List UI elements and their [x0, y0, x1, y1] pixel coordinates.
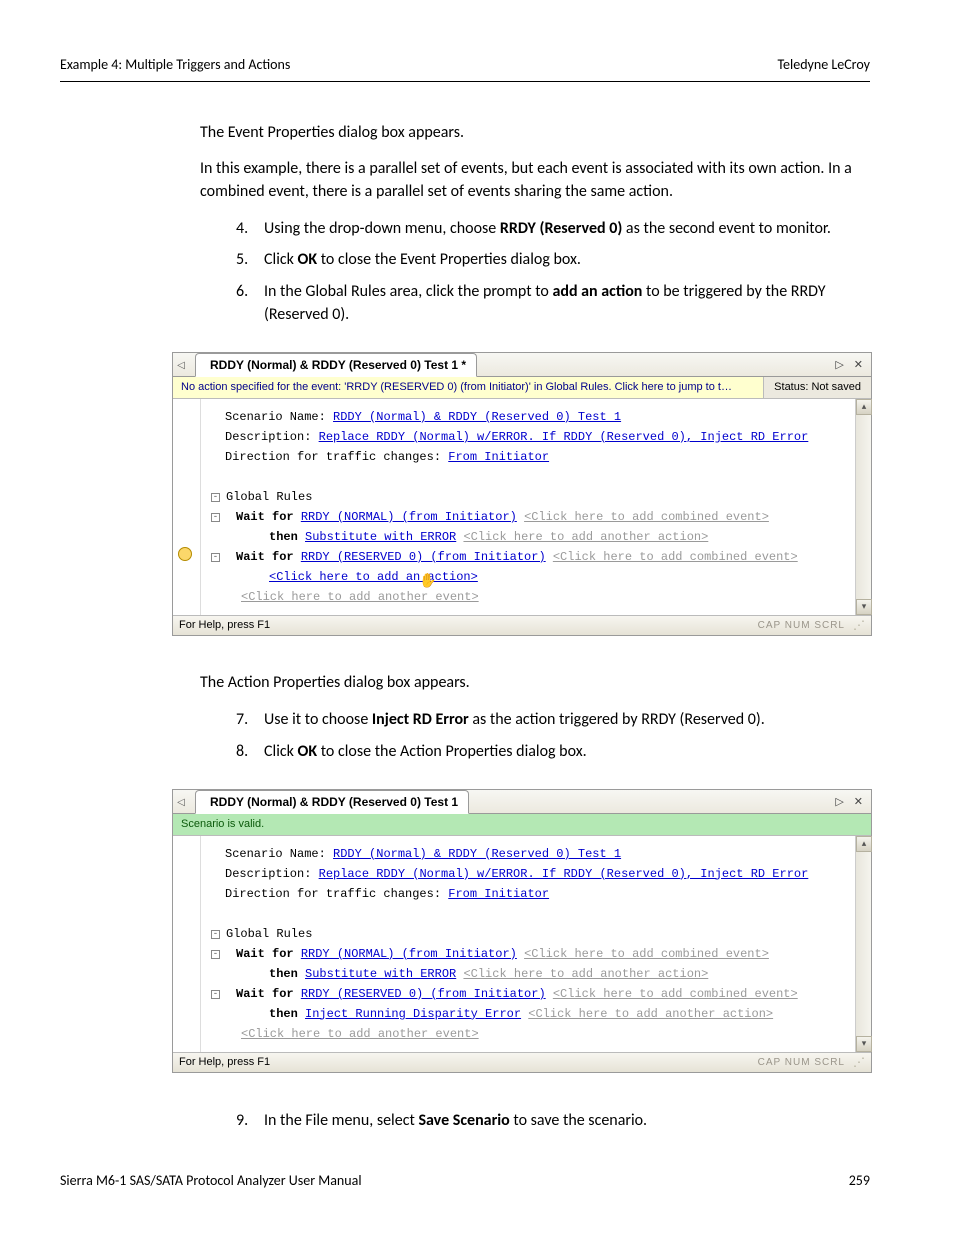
- screenshot-2: ◁ RDDY (Normal) & RDDY (Reserved 0) Test…: [172, 789, 872, 1073]
- resize-grip-icon[interactable]: ⋰: [853, 1055, 865, 1069]
- action-link-substitute[interactable]: Substitute with ERROR: [305, 967, 456, 981]
- intro-paragraph-2: In this example, there is a parallel set…: [200, 158, 870, 203]
- direction-link[interactable]: From Initiator: [448, 450, 549, 464]
- event-link-rrdy-normal[interactable]: RRDY (NORMAL) (from Initiator): [301, 947, 517, 961]
- screenshot-1: ◁ RDDY (Normal) & RDDY (Reserved 0) Test…: [172, 352, 872, 636]
- add-combined-event-link[interactable]: <Click here to add combined event>: [553, 987, 798, 1001]
- add-another-action-link[interactable]: <Click here to add another action>: [463, 967, 708, 981]
- scroll-down-icon[interactable]: [856, 1036, 872, 1052]
- status-message: Scenario is valid.: [173, 818, 871, 830]
- tab-bar: ◁ RDDY (Normal) & RDDY (Reserved 0) Test…: [173, 790, 871, 814]
- editor-gutter: [173, 836, 201, 1052]
- scenario-tab[interactable]: RDDY (Normal) & RDDY (Reserved 0) Test 1…: [195, 353, 477, 377]
- editor-gutter: [173, 399, 201, 615]
- collapse-icon[interactable]: -: [211, 990, 220, 999]
- event-link-rrdy-normal[interactable]: RRDY (NORMAL) (from Initiator): [301, 510, 517, 524]
- steps-list-3: 9.In the File menu, select Save Scenario…: [200, 1109, 870, 1132]
- event-link-rrdy-reserved[interactable]: RRDY (RESERVED 0) (from Initiator): [301, 550, 546, 564]
- add-another-event-link[interactable]: <Click here to add another event>: [241, 1027, 479, 1041]
- add-another-event-link[interactable]: <Click here to add another event>: [241, 590, 479, 604]
- status-bar: No action specified for the event: 'RRDY…: [173, 377, 871, 399]
- description-link[interactable]: Replace RDDY (Normal) w/ERROR. If RDDY (…: [319, 867, 809, 881]
- add-action-link[interactable]: <Click here to add an action>: [269, 570, 478, 584]
- action-link-substitute[interactable]: Substitute with ERROR: [305, 530, 456, 544]
- tab-scroll-left-icon[interactable]: ◁: [173, 795, 189, 808]
- save-status: Status: Not saved: [763, 377, 871, 398]
- steps-list-1: 4.Using the drop-down menu, choose RRDY …: [200, 217, 870, 326]
- vertical-scrollbar[interactable]: [855, 399, 871, 615]
- collapse-icon[interactable]: -: [211, 513, 220, 522]
- collapse-icon[interactable]: -: [211, 950, 220, 959]
- collapse-icon[interactable]: -: [211, 493, 220, 502]
- description-link[interactable]: Replace RDDY (Normal) w/ERROR. If RDDY (…: [319, 430, 809, 444]
- warning-icon: [178, 547, 192, 561]
- help-status-bar: For Help, press F1 CAP NUM SCRL ⋰: [173, 1052, 871, 1072]
- collapse-icon[interactable]: -: [211, 553, 220, 562]
- keyboard-status: CAP NUM SCRL: [758, 1057, 845, 1068]
- action-link-inject-rd[interactable]: Inject Running Disparity Error: [305, 1007, 521, 1021]
- tab-scroll-right-icon[interactable]: ▷: [835, 358, 843, 371]
- event-link-rrdy-reserved[interactable]: RRDY (RESERVED 0) (from Initiator): [301, 987, 546, 1001]
- intro-paragraph-1: The Event Properties dialog box appears.: [200, 122, 870, 144]
- header-company: Teledyne LeCroy: [777, 56, 870, 73]
- step-6: 6.In the Global Rules area, click the pr…: [200, 280, 870, 326]
- keyboard-status: CAP NUM SCRL: [758, 620, 845, 631]
- scroll-down-icon[interactable]: [856, 599, 872, 615]
- vertical-scrollbar[interactable]: [855, 836, 871, 1052]
- add-another-action-link[interactable]: <Click here to add another action>: [463, 530, 708, 544]
- tab-scroll-right-icon[interactable]: ▷: [835, 795, 843, 808]
- step-8: 8.Click OK to close the Action Propertie…: [200, 740, 870, 763]
- step-7: 7.Use it to choose Inject RD Error as th…: [200, 708, 870, 731]
- help-text: For Help, press F1: [179, 619, 270, 631]
- status-bar: Scenario is valid.: [173, 814, 871, 836]
- tab-scroll-left-icon[interactable]: ◁: [173, 358, 189, 371]
- tab-bar: ◁ RDDY (Normal) & RDDY (Reserved 0) Test…: [173, 353, 871, 377]
- add-combined-event-link[interactable]: <Click here to add combined event>: [553, 550, 798, 564]
- intro-paragraph-3: The Action Properties dialog box appears…: [200, 672, 870, 694]
- footer-page-number: 259: [849, 1172, 870, 1189]
- add-another-action-link[interactable]: <Click here to add another action>: [528, 1007, 773, 1021]
- close-tab-icon[interactable]: ✕: [854, 795, 863, 808]
- scroll-up-icon[interactable]: [856, 836, 872, 852]
- step-9: 9.In the File menu, select Save Scenario…: [200, 1109, 870, 1132]
- header-section: Example 4: Multiple Triggers and Actions: [60, 56, 290, 73]
- step-5: 5.Click OK to close the Event Properties…: [200, 248, 870, 271]
- scenario-name-link[interactable]: RDDY (Normal) & RDDY (Reserved 0) Test 1: [333, 410, 621, 424]
- scroll-up-icon[interactable]: [856, 399, 872, 415]
- add-combined-event-link[interactable]: <Click here to add combined event>: [524, 947, 769, 961]
- scenario-editor[interactable]: Scenario Name: RDDY (Normal) & RDDY (Res…: [201, 836, 855, 1052]
- help-status-bar: For Help, press F1 CAP NUM SCRL ⋰: [173, 615, 871, 635]
- cursor-icon: ✋: [419, 572, 436, 592]
- resize-grip-icon[interactable]: ⋰: [853, 618, 865, 632]
- footer-manual-title: Sierra M6-1 SAS/SATA Protocol Analyzer U…: [60, 1172, 362, 1189]
- help-text: For Help, press F1: [179, 1056, 270, 1068]
- scenario-tab[interactable]: RDDY (Normal) & RDDY (Reserved 0) Test 1: [195, 790, 469, 814]
- collapse-icon[interactable]: -: [211, 930, 220, 939]
- add-combined-event-link[interactable]: <Click here to add combined event>: [524, 510, 769, 524]
- direction-link[interactable]: From Initiator: [448, 887, 549, 901]
- steps-list-2: 7.Use it to choose Inject RD Error as th…: [200, 708, 870, 762]
- scenario-editor[interactable]: Scenario Name: RDDY (Normal) & RDDY (Res…: [201, 399, 855, 615]
- scenario-name-link[interactable]: RDDY (Normal) & RDDY (Reserved 0) Test 1: [333, 847, 621, 861]
- status-message-link[interactable]: No action specified for the event: 'RRDY…: [173, 381, 763, 393]
- step-4: 4.Using the drop-down menu, choose RRDY …: [200, 217, 870, 240]
- close-tab-icon[interactable]: ✕: [854, 358, 863, 371]
